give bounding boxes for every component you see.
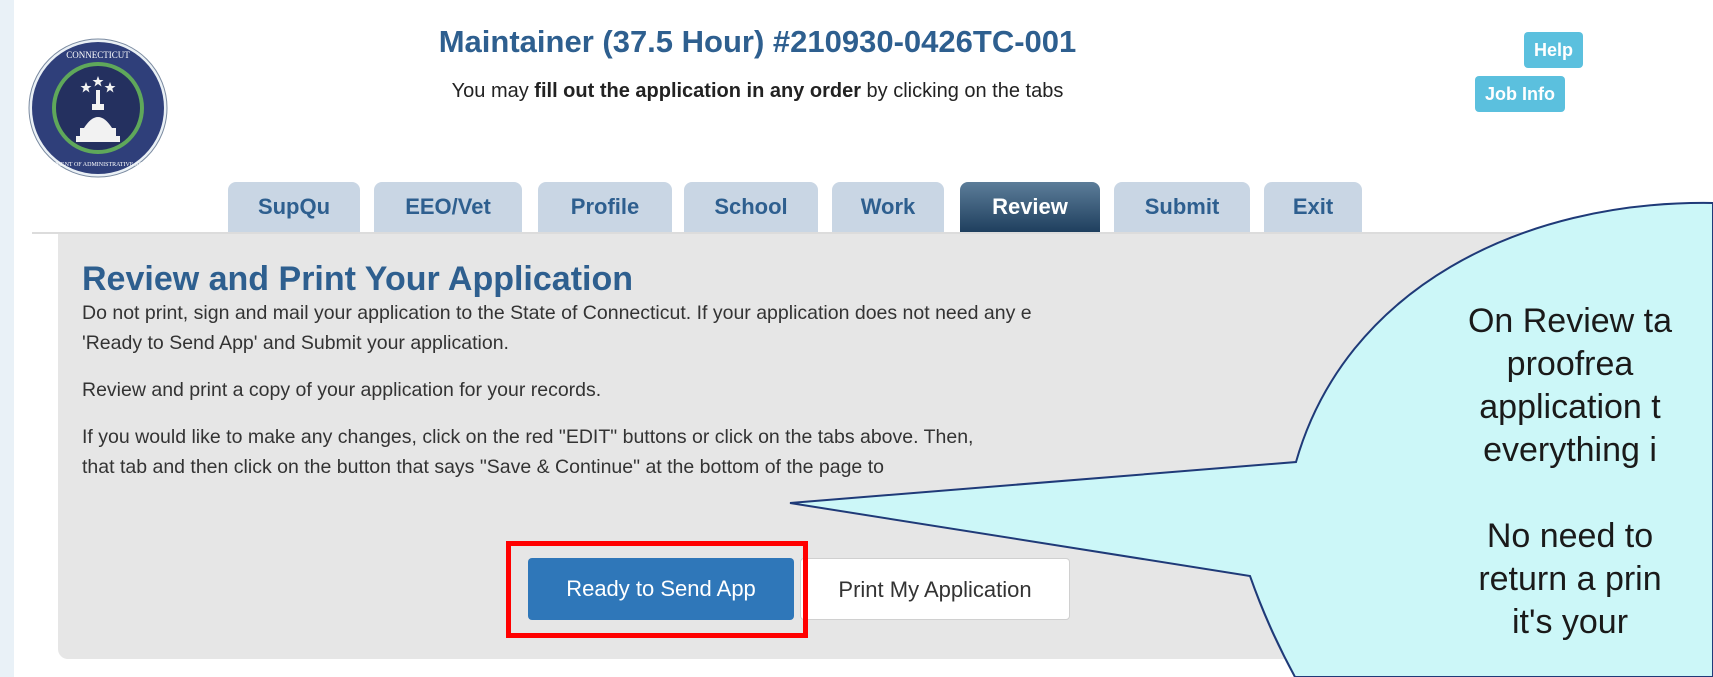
callout-text: On Review ta proofrea application t ever… (1467, 302, 1673, 641)
